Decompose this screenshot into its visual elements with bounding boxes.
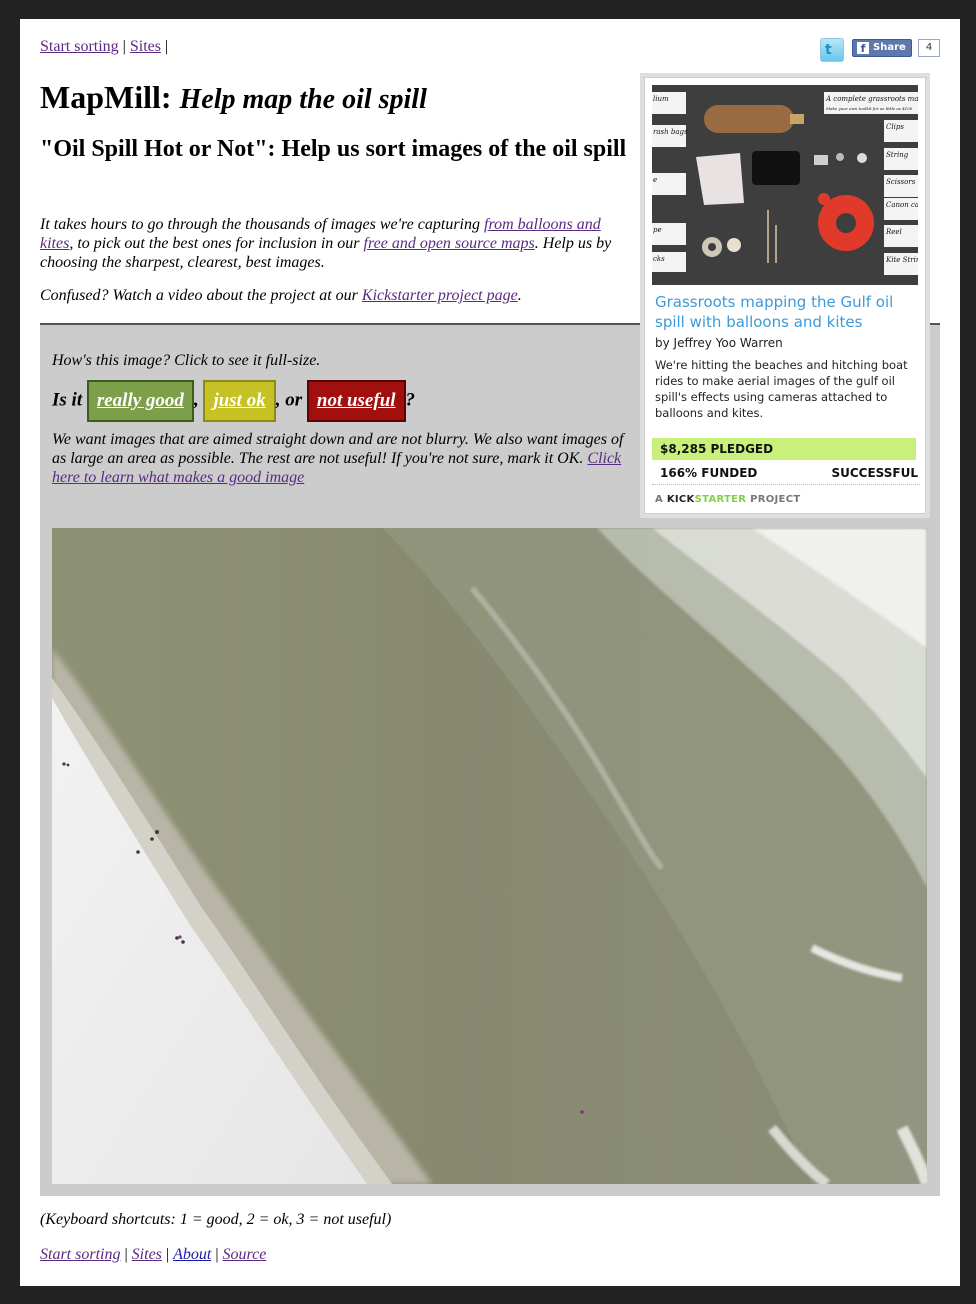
kickstarter-blurb: We're hitting the beaches and hitching b… (655, 358, 908, 420)
rating-question: How's this image? Click to see it full-s… (52, 352, 321, 369)
social-buttons: t f Share 4 (810, 38, 940, 62)
footer-separator: | (165, 1246, 170, 1263)
footer-separator: | (215, 1246, 219, 1263)
kickstarter-brand-prefix: A (655, 494, 664, 505)
guidance-paragraph: We want images that are aimed straight d… (52, 430, 632, 487)
keyboard-shortcuts: (Keyboard shortcuts: 1 = good, 2 = ok, 3… (40, 1211, 392, 1228)
really-good-button[interactable]: really good (86, 380, 194, 422)
kickstarter-page-link[interactable]: Kickstarter project page (362, 287, 518, 304)
kickstarter-logo-starter: STARTER (694, 494, 747, 505)
facebook-share-label: Share (873, 42, 906, 53)
kickstarter-status: SUCCESSFUL (831, 466, 918, 480)
twitter-bird-icon[interactable]: t (820, 38, 844, 62)
kickstarter-funded: 166% FUNDED (660, 466, 758, 480)
kickstarter-stats: 166% FUNDED SUCCESSFUL (652, 462, 920, 485)
ks-image-label: Reel (885, 228, 902, 236)
ks-image-label: cks (653, 255, 665, 263)
aerial-photo[interactable] (52, 528, 927, 1184)
ks-image-label: Canon cam (886, 201, 918, 209)
kickstarter-brand: A KICKSTARTER PROJECT (655, 494, 800, 505)
rating-controls: Is it really good, just ok, or not usefu… (52, 380, 415, 422)
footer-nav: Start sorting | Sites | About | Source (40, 1246, 266, 1264)
intro-text: , to pick out the best ones for inclusio… (69, 235, 364, 252)
page-title: MapMill: Help map the oil spill (40, 77, 427, 120)
nav-start-sorting-link[interactable]: Start sorting (40, 38, 119, 55)
ks-image-label: pe (653, 226, 662, 234)
site-name: MapMill: (40, 79, 172, 115)
footer-start-sorting-link[interactable]: Start sorting (40, 1246, 120, 1263)
kickstarter-card: lium rash bags e pe cks A complete grass… (644, 77, 926, 514)
guidance-text: We want images that are aimed straight d… (52, 431, 624, 467)
ks-image-label: Kite String (885, 256, 918, 264)
kickstarter-project-title[interactable]: Grassroots mapping the Gulf oil spill wi… (655, 292, 917, 332)
kickstarter-logo: KICKSTARTER (667, 494, 746, 505)
kickstarter-author: by Jeffrey Yoo Warren (655, 336, 783, 350)
facebook-share-button[interactable]: f Share (852, 39, 912, 57)
open-source-maps-link[interactable]: free and open source maps (364, 235, 535, 252)
footer-source-link[interactable]: Source (223, 1246, 267, 1263)
kickstarter-widget[interactable]: lium rash bags e pe cks A complete grass… (640, 73, 930, 518)
ks-image-label: e (653, 176, 657, 184)
ks-image-label: lium (653, 95, 669, 103)
intro-text: It takes hours to go through the thousan… (40, 216, 484, 233)
rating-or: , or (275, 389, 303, 411)
kickstarter-logo-kick: KICK (666, 494, 695, 505)
kickstarter-pledged: $8,285 PLEDGED (652, 438, 916, 460)
ks-image-label: Scissors (886, 178, 916, 186)
site-tagline: Help map the oil spill (179, 84, 427, 115)
footer-separator: | (124, 1246, 128, 1263)
nav-separator: | (122, 38, 126, 55)
kickstarter-brand-suffix: PROJECT (750, 494, 801, 505)
intro-paragraph: It takes hours to go through the thousan… (40, 215, 635, 272)
facebook-share-count: 4 (918, 39, 940, 57)
confused-text: Confused? Watch a video about the projec… (40, 287, 362, 304)
rating-comma: , (193, 389, 199, 411)
kickstarter-project-image[interactable]: lium rash bags e pe cks A complete grass… (652, 85, 918, 285)
ks-image-label: String (886, 151, 909, 159)
ks-image-label: rash bags (653, 128, 688, 136)
ks-image-label: Clips (886, 123, 904, 131)
footer-sites-link[interactable]: Sites (132, 1246, 162, 1263)
nav-sites-link[interactable]: Sites (130, 38, 161, 55)
ks-image-header: A complete grassroots mapping (825, 95, 918, 103)
just-ok-button[interactable]: just ok (203, 380, 276, 422)
rating-question-mark: ? (405, 389, 416, 411)
rating-prompt: Is it (52, 389, 83, 411)
page: Start sorting | Sites | t f Share 4 MapMi… (20, 19, 960, 1286)
facebook-icon: f (857, 42, 869, 55)
footer-about-link[interactable]: About (173, 1246, 211, 1263)
top-nav: Start sorting | Sites | (40, 38, 168, 56)
confused-end: . (517, 287, 522, 304)
nav-separator: | (165, 38, 169, 55)
page-subtitle: "Oil Spill Hot or Not": Help us sort ima… (40, 136, 627, 162)
ks-image-header-sub: Make your own toolkit for as little as $… (825, 106, 913, 111)
confused-paragraph: Confused? Watch a video about the projec… (40, 287, 635, 305)
not-useful-button[interactable]: not useful (306, 380, 406, 422)
